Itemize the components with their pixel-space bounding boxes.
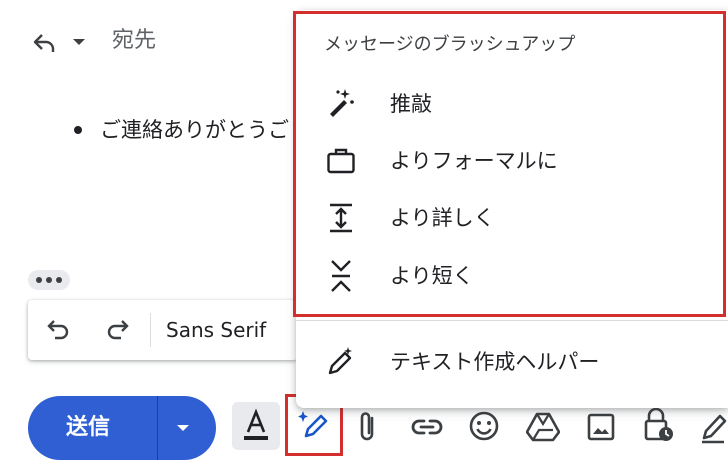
to-field-label[interactable]: 宛先	[112, 26, 156, 56]
undo-icon[interactable]	[46, 316, 72, 342]
send-button-divider	[157, 396, 158, 460]
signature-icon[interactable]	[698, 408, 728, 444]
lock-clock-icon[interactable]	[642, 406, 674, 444]
caret-down-icon	[72, 38, 86, 46]
polish-options-highlight	[293, 11, 726, 317]
emoji-icon[interactable]	[468, 410, 500, 442]
email-body-text[interactable]: ご連絡ありがとうご	[100, 114, 300, 146]
toolbar-divider	[150, 313, 151, 347]
photo-icon[interactable]	[586, 412, 616, 442]
caret-down-icon[interactable]	[176, 424, 190, 432]
link-icon[interactable]	[410, 414, 444, 440]
show-trimmed-content-button[interactable]	[28, 270, 70, 290]
menu-divider	[296, 320, 728, 321]
send-button-label: 送信	[66, 415, 111, 440]
bullet-point	[74, 126, 82, 134]
reply-options-button[interactable]	[28, 28, 94, 58]
drive-icon[interactable]	[526, 410, 560, 442]
reply-icon	[32, 32, 56, 54]
redo-icon[interactable]	[104, 316, 130, 342]
pen-sparkle-icon	[326, 346, 356, 376]
text-color-icon[interactable]	[232, 400, 280, 452]
font-selector[interactable]: Sans Serif	[166, 314, 266, 346]
attach-icon[interactable]	[356, 410, 380, 444]
menu-item-help-me-write[interactable]: テキスト作成ヘルパー	[390, 347, 599, 377]
